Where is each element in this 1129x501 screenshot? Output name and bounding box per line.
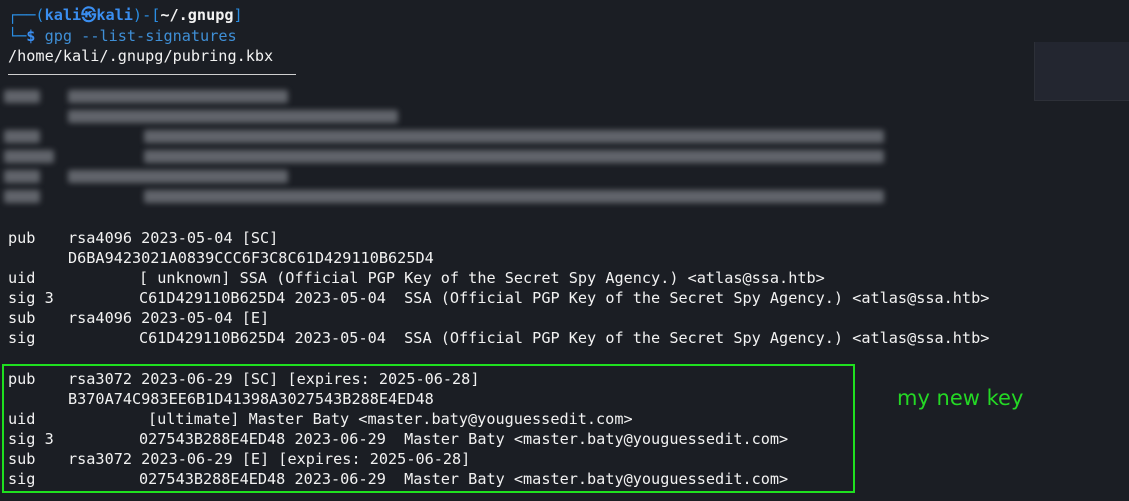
prompt-path: ~/.gnupg	[160, 6, 234, 24]
key-line: uid [ unknown] SSA (Official PGP Key of t…	[8, 268, 825, 288]
uid-text: [ unknown] SSA (Official PGP Key of the …	[139, 269, 825, 287]
key-line: sig 3 C61D429110B625D4 2023-05-04 SSA (Of…	[8, 288, 989, 308]
key-line: sig C61D429110B625D4 2023-05-04 SSA (Offi…	[8, 328, 989, 348]
key-line: pub rsa4096 2023-05-04 [SC]	[8, 228, 278, 248]
line-text: rsa4096 2023-05-04 [SC]	[68, 229, 279, 247]
line-tag: sig	[8, 329, 36, 347]
fingerprint: D6BA9423021A0839CCC6F3C8C61D429110B625D4	[68, 249, 434, 267]
keyring-divider	[8, 74, 296, 75]
sub-text: rsa4096 2023-05-04 [E]	[68, 309, 270, 327]
prompt-bracket-end: ]	[233, 6, 243, 24]
line-tag: sub	[8, 309, 36, 327]
prompt-frame-bottom: └─	[8, 27, 27, 45]
prompt-frame-top: ┌──(	[8, 6, 45, 24]
terminal-window[interactable]: ┌──(kali㉿kali)-[~/.gnupg] └─$ gpg --list…	[0, 0, 1129, 501]
prompt-user-host: kali㉿kali	[44, 6, 133, 24]
line-tag: uid	[8, 269, 36, 287]
prompt-bracket: )-[	[132, 6, 161, 24]
key-line: D6BA9423021A0839CCC6F3C8C61D429110B625D4	[8, 248, 434, 268]
new-key-highlight-box	[2, 364, 855, 493]
command-line[interactable]: └─$ gpg --list-signatures	[8, 26, 237, 46]
sig-text: C61D429110B625D4 2023-05-04 SSA (Officia…	[139, 329, 990, 347]
line-tag: pub	[8, 229, 36, 247]
key-line: sub rsa4096 2023-05-04 [E]	[8, 308, 269, 328]
prompt-header: ┌──(kali㉿kali)-[~/.gnupg]	[8, 5, 243, 25]
command-text: gpg --list-signatures	[44, 27, 237, 45]
line-tag: sig 3	[8, 289, 54, 307]
sig-text: C61D429110B625D4 2023-05-04 SSA (Officia…	[139, 289, 990, 307]
new-key-annotation: my new key	[897, 386, 1024, 410]
keyring-path: /home/kali/.gnupg/pubring.kbx	[8, 47, 274, 65]
prompt-dollar: $	[26, 27, 36, 45]
